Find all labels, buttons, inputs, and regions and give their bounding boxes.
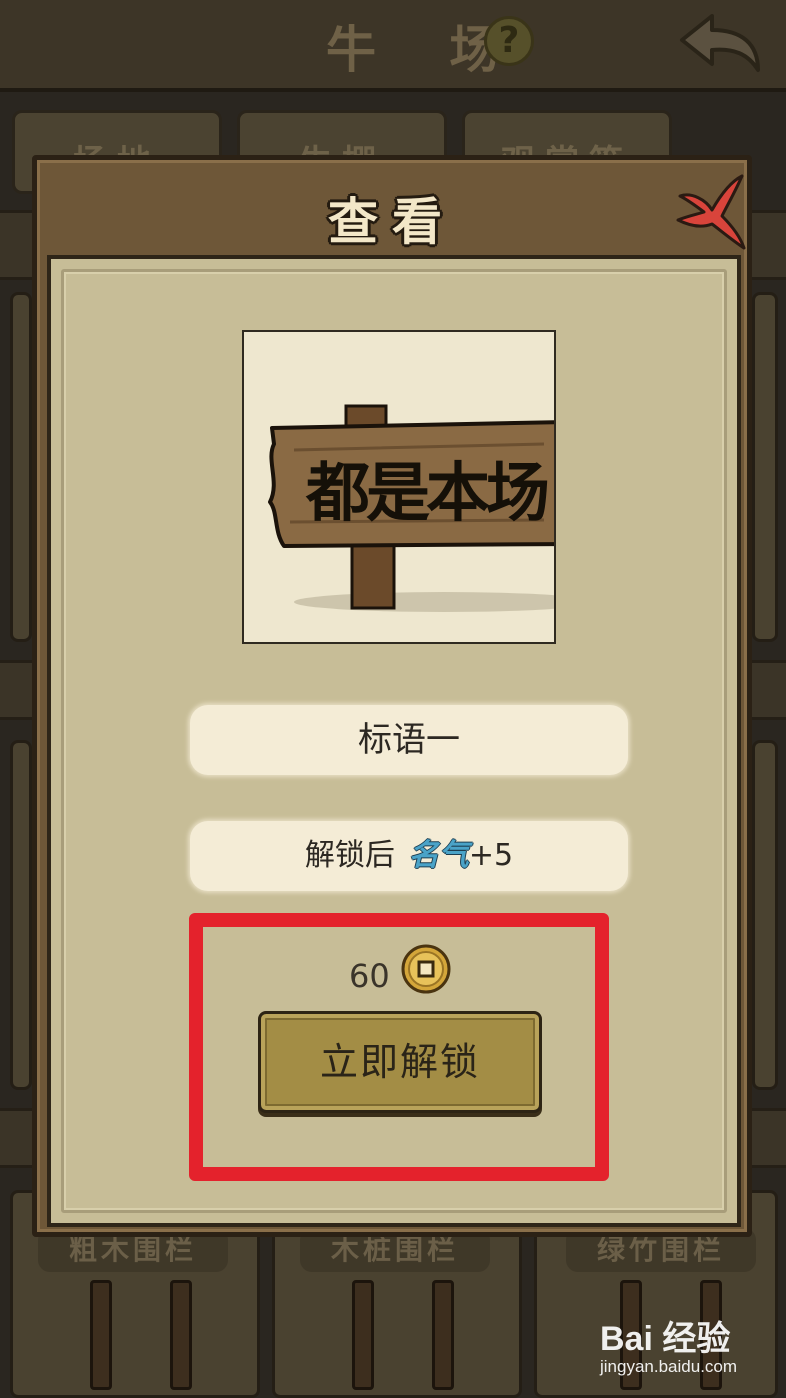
- bg-card-right: [752, 740, 778, 1090]
- help-icon[interactable]: ?: [484, 16, 534, 66]
- baidu-jingyan-watermark: Bai 经验 jingyan.baidu.com: [600, 1305, 760, 1395]
- watermark-url: jingyan.baidu.com: [600, 1357, 738, 1376]
- back-arrow-icon[interactable]: [672, 8, 772, 78]
- bg-card-right: [752, 292, 778, 642]
- top-bar: 牛 场 ?: [0, 0, 786, 92]
- fence-post-image: [432, 1280, 454, 1390]
- bg-card-left: [10, 292, 32, 642]
- reward-value: +5: [468, 838, 514, 873]
- highlight-box: [189, 913, 609, 1181]
- fence-post-image: [90, 1280, 112, 1390]
- fence-post-image: [352, 1280, 374, 1390]
- watermark-logo: Bai 经验: [600, 1320, 731, 1358]
- sign-text: 都是本场: [306, 456, 550, 531]
- close-icon[interactable]: [672, 170, 750, 252]
- item-name-label: 标语一: [190, 705, 628, 775]
- fence-post-image: [170, 1280, 192, 1390]
- reward-prefix: 解锁后: [304, 838, 395, 873]
- item-preview-image: 都是本场: [242, 330, 556, 644]
- dialog-title: 查看: [328, 192, 456, 251]
- unlock-reward-label: 解锁后 名气+5: [190, 821, 628, 891]
- fame-stat-icon: 名气: [408, 838, 469, 873]
- bg-card-left: [10, 740, 32, 1090]
